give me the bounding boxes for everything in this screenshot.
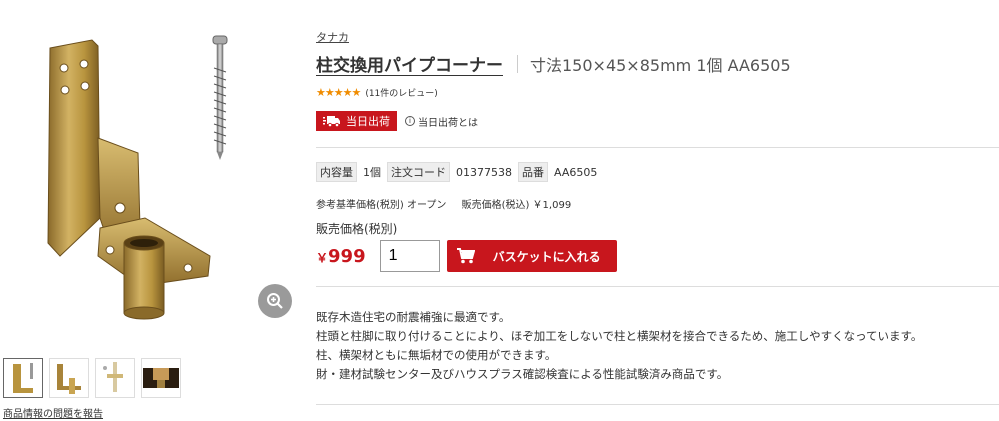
info-icon: i xyxy=(405,116,415,126)
divider-top xyxy=(316,147,999,148)
review-count[interactable]: (11件のレビュー) xyxy=(365,86,437,99)
shipping-row: 当日出荷 i 当日出荷とは xyxy=(316,111,999,131)
same-day-shipping-badge: 当日出荷 xyxy=(316,111,397,131)
zoom-in-icon xyxy=(267,293,283,309)
same-day-info-link[interactable]: i 当日出荷とは xyxy=(405,114,478,129)
sale-price: ￥999 xyxy=(316,246,366,267)
thumbnail-3[interactable] xyxy=(95,358,135,398)
divider-bottom xyxy=(316,404,999,405)
quantity-input[interactable] xyxy=(379,240,440,272)
star-rating-icon: ★★★★★ xyxy=(316,86,361,99)
order-code-value: 01377538 xyxy=(456,165,512,179)
product-main-image[interactable] xyxy=(20,28,250,323)
thumbnail-1[interactable] xyxy=(3,358,43,398)
add-to-basket-label: バスケットに入れる xyxy=(492,249,601,264)
truck-icon xyxy=(323,115,340,127)
shipping-badge-label: 当日出荷 xyxy=(346,115,390,128)
thumbnail-strip xyxy=(3,358,181,398)
description-line: 既存木造住宅の耐震補強に最適です。 xyxy=(316,310,511,324)
capacity-value: 1個 xyxy=(363,166,381,179)
price-reference: 参考基準価格(税別) オープン 販売価格(税込) ￥1,099 xyxy=(316,196,583,211)
buy-row: ￥999 バスケットに入れる xyxy=(316,240,617,272)
product-info: タナカ 柱交換用パイプコーナー 寸法150×45×85mm 1個 AA6505 … xyxy=(316,26,999,405)
part-number-label: 品番 xyxy=(518,162,548,182)
product-description: 既存木造住宅の耐震補強に最適です。 柱頭と柱脚に取り付けることにより、ほぞ加工を… xyxy=(316,308,922,384)
product-meta: 内容量 1個 注文コード 01377538 品番 AA6505 xyxy=(316,162,603,182)
description-line: 財・建材試験センター及びハウスプラス確認検査による性能試験済み商品です。 xyxy=(316,367,729,381)
same-day-info-label: 当日出荷とは xyxy=(418,117,478,129)
brand-link[interactable]: タナカ xyxy=(316,29,349,45)
rating-row[interactable]: ★★★★★ (11件のレビュー) xyxy=(316,86,999,99)
thumbnail-4[interactable] xyxy=(141,358,181,398)
currency-symbol: ￥ xyxy=(316,250,329,265)
title-divider xyxy=(517,54,518,73)
description-line: 柱頭と柱脚に取り付けることにより、ほぞ加工をしないで柱と横架材を接合できるため、… xyxy=(316,329,923,343)
thumbnail-2[interactable] xyxy=(49,358,89,398)
cart-icon xyxy=(456,248,475,264)
zoom-button[interactable] xyxy=(258,284,292,318)
add-to-basket-button[interactable]: バスケットに入れる xyxy=(446,240,617,272)
price-value: 999 xyxy=(328,245,366,267)
tax-included-price: 販売価格(税込) ￥1,099 xyxy=(461,200,572,211)
product-spec: 寸法150×45×85mm 1個 AA6505 xyxy=(530,55,791,75)
sale-price-label: 販売価格(税別) xyxy=(316,222,398,236)
part-number-value: AA6505 xyxy=(554,165,598,179)
title-row: 柱交換用パイプコーナー 寸法150×45×85mm 1個 AA6505 xyxy=(316,51,999,76)
capacity-label: 内容量 xyxy=(316,162,357,182)
report-problem-link[interactable]: 商品情報の問題を報告 xyxy=(3,405,103,420)
divider-middle xyxy=(316,286,999,287)
product-title[interactable]: 柱交換用パイプコーナー xyxy=(316,51,503,76)
order-code-label: 注文コード xyxy=(387,162,450,182)
reference-price: 参考基準価格(税別) オープン xyxy=(316,200,447,211)
description-line: 柱、横架材ともに無垢材での使用ができます。 xyxy=(316,348,557,362)
